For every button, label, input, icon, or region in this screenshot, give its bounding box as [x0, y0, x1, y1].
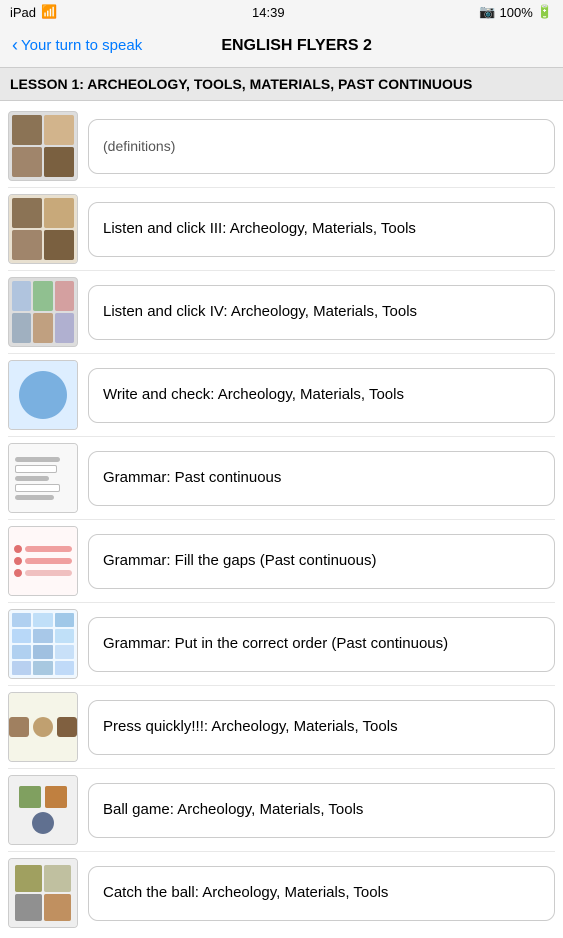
thumb-listen4: [8, 277, 78, 347]
chevron-left-icon: ‹: [12, 35, 18, 56]
nav-title: ENGLISH FLYERS 2: [142, 37, 451, 55]
status-time: 14:39: [252, 5, 285, 20]
battery-label: 100%: [500, 5, 533, 20]
list-item: Grammar: Past continuous: [8, 437, 555, 520]
lesson-header: LESSON 1: ARCHEOLOGY, TOOLS, MATERIALS, …: [0, 68, 563, 101]
status-bar: iPad 📶 14:39 📷 100% 🔋: [0, 0, 563, 24]
list-item: Grammar: Fill the gaps (Past continuous): [8, 520, 555, 603]
item-grammar2-button[interactable]: Grammar: Fill the gaps (Past continuous): [88, 534, 555, 589]
bluetooth-icon: 📷: [479, 4, 495, 20]
item-ball-button[interactable]: Ball game: Archeology, Materials, Tools: [88, 783, 555, 838]
status-left: iPad 📶: [10, 4, 57, 20]
list-container: Listen and click III: Archeology, Materi…: [8, 188, 555, 934]
thumb-ball: [8, 775, 78, 845]
thumb-grammar1: [8, 443, 78, 513]
item-catch-button[interactable]: Catch the ball: Archeology, Materials, T…: [88, 866, 555, 921]
list-item: Write and check: Archeology, Materials, …: [8, 354, 555, 437]
thumb-grammar3: [8, 609, 78, 679]
item-listen4-button[interactable]: Listen and click IV: Archeology, Materia…: [88, 285, 555, 340]
item-press-button[interactable]: Press quickly!!!: Archeology, Materials,…: [88, 700, 555, 755]
list-item: Grammar: Put in the correct order (Past …: [8, 603, 555, 686]
item-grammar1-button[interactable]: Grammar: Past continuous: [88, 451, 555, 506]
thumb-catch: [8, 858, 78, 928]
list-item: Press quickly!!!: Archeology, Materials,…: [8, 686, 555, 769]
status-right: 📷 100% 🔋: [479, 4, 553, 20]
thumb-top-partial: [8, 111, 78, 181]
item-listen3-button[interactable]: Listen and click III: Archeology, Materi…: [88, 202, 555, 257]
thumb-listen3: [8, 194, 78, 264]
carrier-label: iPad: [10, 5, 36, 20]
thumb-grammar2: [8, 526, 78, 596]
item-write-button[interactable]: Write and check: Archeology, Materials, …: [88, 368, 555, 423]
battery-icon: 🔋: [537, 4, 553, 20]
thumb-press: [8, 692, 78, 762]
list-item: Listen and click IV: Archeology, Materia…: [8, 271, 555, 354]
back-label: Your turn to speak: [21, 37, 142, 54]
item-definitions-button[interactable]: (definitions): [88, 119, 555, 174]
nav-bar: ‹ Your turn to speak ENGLISH FLYERS 2: [0, 24, 563, 68]
wifi-icon: 📶: [41, 4, 57, 20]
content-area: (definitions) Listen and click III: Arch…: [0, 101, 563, 938]
list-item: Catch the ball: Archeology, Materials, T…: [8, 852, 555, 934]
list-item: Ball game: Archeology, Materials, Tools: [8, 769, 555, 852]
back-button[interactable]: ‹ Your turn to speak: [12, 35, 142, 56]
thumb-write: [8, 360, 78, 430]
item-grammar3-button[interactable]: Grammar: Put in the correct order (Past …: [88, 617, 555, 672]
list-item: Listen and click III: Archeology, Materi…: [8, 188, 555, 271]
partial-top-row: (definitions): [8, 105, 555, 188]
